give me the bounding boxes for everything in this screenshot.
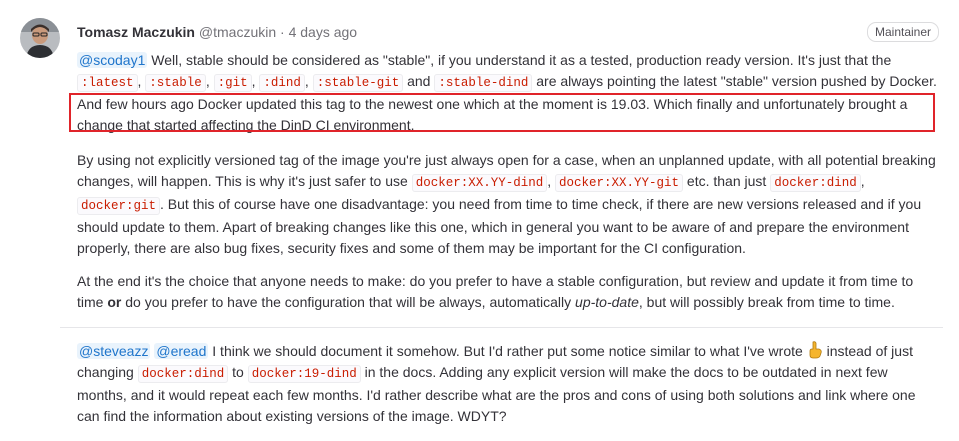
inline-code: docker:XX.YY-git (555, 174, 684, 192)
inline-code: :stable-dind (434, 74, 533, 92)
user-mention[interactable]: @eread (154, 343, 209, 359)
text: do you prefer to have the configuration … (121, 294, 576, 310)
timestamp[interactable]: 4 days ago (289, 24, 358, 40)
text: to (228, 364, 248, 380)
inline-code: :stable (145, 74, 206, 92)
reply-paragraph: @steveazz @eread I think we should docum… (77, 341, 939, 427)
italic-text: up-to-date (575, 294, 639, 310)
inline-code: docker:dind (137, 365, 229, 383)
comment-paragraph-3: At the end it's the choice that anyone n… (77, 271, 939, 313)
inline-code: docker:19-dind (247, 365, 361, 383)
comment-paragraph-2: By using not explicitly versioned tag of… (77, 150, 939, 259)
text: , (860, 173, 865, 189)
user-mention[interactable]: @steveazz (77, 343, 151, 359)
author-name[interactable]: Tomasz Maczukin (77, 24, 195, 40)
divider (60, 327, 943, 328)
text: , but will possibly break from time to t… (638, 294, 895, 310)
author-handle[interactable]: @tmaczukin (199, 24, 276, 40)
text: , (547, 173, 555, 189)
point-up-icon (807, 341, 823, 359)
inline-code: docker:XX.YY-dind (411, 174, 548, 192)
inline-code: :dind (259, 74, 305, 92)
bold-text: or (107, 294, 122, 310)
inline-code: :git (213, 74, 252, 92)
avatar[interactable] (20, 18, 60, 58)
user-mention[interactable]: @scoday1 (77, 52, 148, 68)
inline-code: :stable-git (312, 74, 404, 92)
text: I think we should document it somehow. B… (208, 343, 807, 359)
inline-code: docker:git (77, 197, 161, 215)
highlight-annotation-box (69, 93, 935, 132)
text: , (304, 73, 313, 89)
separator: · (280, 24, 285, 40)
inline-code: :latest (77, 74, 138, 92)
inline-code: docker:dind (770, 174, 861, 192)
avatar-image (20, 18, 60, 58)
text: and (403, 73, 435, 89)
role-badge: Maintainer (867, 22, 940, 42)
text: Well, stable should be considered as "st… (147, 52, 892, 68)
text: etc. than just (683, 173, 771, 189)
text: , (205, 73, 214, 89)
note-header: Tomasz Maczukin @tmaczukin · 4 days ago (77, 23, 357, 41)
text: . But this of course have one disadvanta… (77, 196, 922, 256)
